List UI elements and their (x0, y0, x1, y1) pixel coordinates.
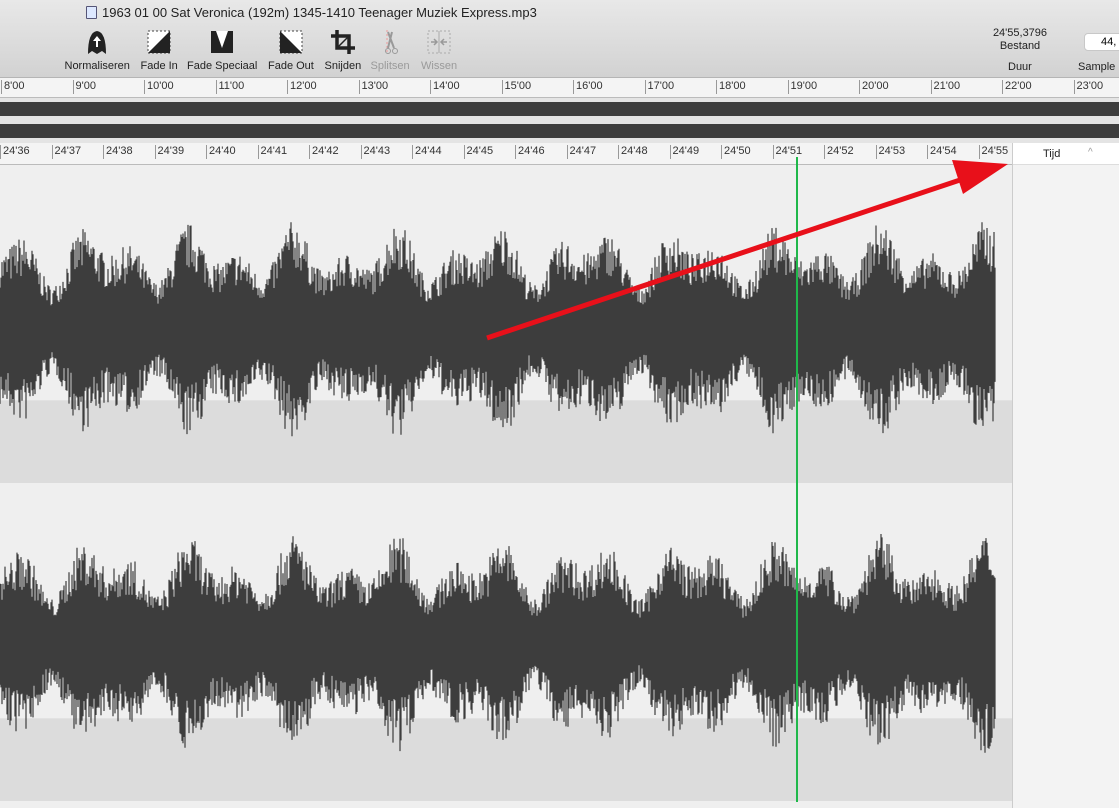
fade-out-icon (279, 30, 303, 54)
tool-fade-speciaal[interactable]: Fade Speciaal (187, 28, 257, 72)
sample-rate-label: Sample (1078, 61, 1116, 73)
ruler-tick-label: 24'48 (618, 145, 648, 159)
ruler-tick-label: 9'00 (72, 80, 96, 94)
track-right-channel[interactable] (0, 483, 1012, 801)
ruler-tick-label: 24'38 (103, 145, 133, 159)
ruler-tick-label: 23'00 (1073, 80, 1103, 94)
sample-rate-field[interactable]: 44, (1084, 33, 1119, 51)
tool-wissen: Wissen (421, 28, 457, 72)
ruler-tick-label: 14'00 (430, 80, 460, 94)
column-header-tijd[interactable]: Tijd ^ (1013, 143, 1119, 165)
ruler-tick-label: 24'47 (566, 145, 596, 159)
ruler-tick-label: 13'00 (358, 80, 388, 94)
scissors-icon (385, 30, 399, 54)
ruler-tick-label: 18'00 (716, 80, 746, 94)
toolbar: 1963 01 00 Sat Veronica (192m) 1345-1410… (0, 0, 1119, 78)
document-icon (86, 6, 97, 19)
overview-waveform[interactable] (0, 98, 1119, 143)
ruler-tick-label: 24'36 (0, 145, 30, 159)
tool-normaliseren[interactable]: Normaliseren (65, 28, 130, 72)
ruler-tick-label: 24'49 (669, 145, 699, 159)
fade-special-icon (211, 31, 234, 53)
ruler-tick-label: 24'40 (206, 145, 236, 159)
duration-info: 24'55,3796 Bestand (992, 27, 1048, 52)
tool-fade-out[interactable]: Fade Out (268, 28, 314, 72)
fade-in-icon (147, 30, 171, 54)
duration-label: Duur (1008, 61, 1032, 73)
crop-icon (330, 30, 355, 54)
sort-ascending-icon: ^ (1088, 147, 1093, 158)
delete-icon (427, 30, 451, 54)
ruler-tick-label: 24'52 (824, 145, 854, 159)
ruler-tick-label: 22'00 (1002, 80, 1032, 94)
ruler-tick-label: 19'00 (787, 80, 817, 94)
detail-ruler[interactable]: 24'36 24'37 24'38 24'39 24'40 24'41 24'42 24'43… (0, 143, 1012, 165)
ruler-tick-label: 8'00 (1, 80, 24, 94)
ruler-tick-label: 15'00 (501, 80, 531, 94)
tool-fade-in[interactable]: Fade In (141, 28, 178, 72)
ruler-tick-label: 24'41 (257, 145, 287, 159)
ruler-tick-label: 24'37 (51, 145, 81, 159)
ruler-tick-label: 24'50 (721, 145, 751, 159)
overview-ruler[interactable]: 8'00 9'00 10'00 11'00 12'00 13'00 14'00 15'00 16… (0, 78, 1119, 98)
normalize-icon (88, 31, 107, 54)
ruler-tick-label: 24'44 (412, 145, 442, 159)
ruler-tick-label: 24'55 (978, 145, 1008, 159)
ruler-tick-label: 24'46 (515, 145, 545, 159)
ruler-tick-label: 24'54 (927, 145, 957, 159)
ruler-tick-label: 10'00 (144, 80, 174, 94)
ruler-tick-label: 24'39 (154, 145, 184, 159)
tool-splitsen: Splitsen (371, 28, 410, 72)
track-left-channel[interactable] (0, 165, 1012, 483)
ruler-tick-label: 11'00 (215, 80, 244, 94)
ruler-tick-label: 16'00 (573, 80, 603, 94)
ruler-tick-label: 12'00 (287, 80, 317, 94)
waveform-editor[interactable] (0, 157, 1012, 808)
ruler-tick-label: 24'45 (463, 145, 493, 159)
ruler-tick-label: 24'43 (360, 145, 390, 159)
ruler-tick-label: 17'00 (644, 80, 674, 94)
playhead[interactable] (796, 157, 798, 802)
ruler-tick-label: 21'00 (930, 80, 960, 94)
tool-snijden[interactable]: Snijden (325, 28, 361, 72)
ruler-tick-label: 24'53 (875, 145, 905, 159)
ruler-tick-label: 24'42 (309, 145, 339, 159)
markers-panel: Tijd ^ (1012, 143, 1119, 808)
window-title: 1963 01 00 Sat Veronica (192m) 1345-1410… (86, 5, 537, 20)
ruler-tick-label: 20'00 (859, 80, 889, 94)
